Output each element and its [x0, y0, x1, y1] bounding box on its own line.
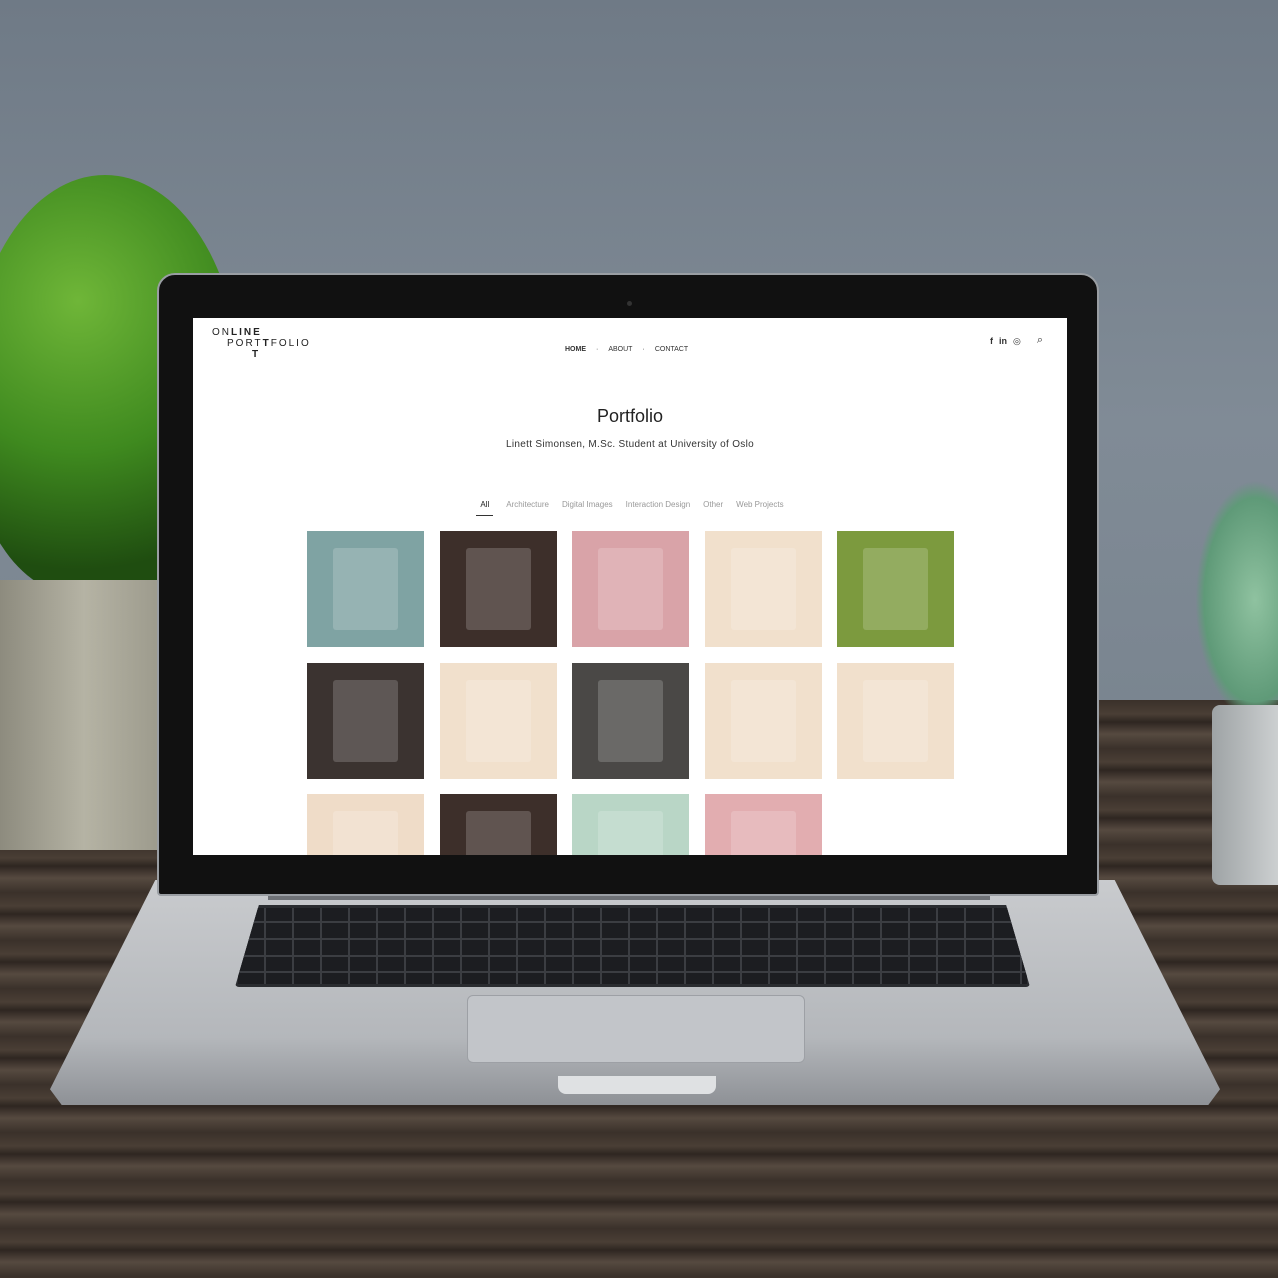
page-subtitle: Linett Simonsen, M.Sc. Student at Univer…: [506, 439, 754, 450]
filter-digital-images[interactable]: Digital Images: [562, 500, 613, 516]
portfolio-thumbnail-aerial-triangles[interactable]: [837, 531, 954, 647]
lid-notch: [558, 1076, 716, 1094]
portfolio-thumbnail-aurora[interactable]: [572, 794, 689, 855]
portfolio-thumbnail-architecture-model[interactable]: [307, 531, 424, 647]
search-icon[interactable]: ⌕: [1037, 334, 1043, 347]
plant-pot: [0, 580, 168, 850]
laptop-screen: ONLINE PORTTFOLIO T HOME · ABOUT · CONTA…: [193, 318, 1067, 855]
filter-all[interactable]: All: [476, 500, 494, 516]
nav-about[interactable]: ABOUT: [608, 346, 632, 353]
instagram-icon[interactable]: ◎: [1013, 336, 1021, 347]
main-nav: HOME · ABOUT · CONTACT: [565, 346, 688, 353]
nav-contact[interactable]: CONTACT: [655, 346, 688, 353]
portfolio-filters: All Architecture Digital Images Interact…: [193, 500, 1067, 516]
social-icons: f in ◎ ⌕: [990, 334, 1043, 347]
facebook-icon[interactable]: f: [990, 336, 993, 347]
succulent-plant: [1195, 480, 1278, 720]
portfolio-thumbnail-maze[interactable]: [307, 794, 424, 855]
filter-interaction-design[interactable]: Interaction Design: [626, 500, 690, 516]
filter-other[interactable]: Other: [703, 500, 723, 516]
nav-separator: ·: [642, 346, 645, 353]
filter-architecture[interactable]: Architecture: [506, 500, 549, 516]
site-logo[interactable]: ONLINE PORTTFOLIO T: [212, 327, 311, 360]
portfolio-thumbnail-pink-pattern[interactable]: [572, 531, 689, 647]
keyboard: [235, 905, 1030, 987]
portfolio-thumbnail-poster-game[interactable]: [705, 531, 822, 647]
page-title: Portfolio: [596, 406, 664, 426]
filter-web-projects[interactable]: Web Projects: [736, 500, 783, 516]
portfolio-thumbnail-charger-sketch[interactable]: [705, 663, 822, 779]
portfolio-thumbnail-phone-app[interactable]: [440, 794, 557, 855]
linkedin-icon[interactable]: in: [999, 336, 1007, 347]
portfolio-thumbnail-phone-chat-app[interactable]: [440, 531, 557, 647]
portfolio-thumbnail-laptop-website[interactable]: [572, 663, 689, 779]
portfolio-thumbnail-pink-crystal[interactable]: [705, 794, 822, 855]
portfolio-thumbnail-photo-collage[interactable]: [440, 663, 557, 779]
portfolio-thumbnail-phone-messages[interactable]: [307, 663, 424, 779]
succulent-pot: [1212, 705, 1278, 885]
camera-icon: [627, 301, 632, 306]
trackpad: [467, 995, 805, 1063]
nav-home[interactable]: HOME: [565, 346, 586, 353]
nav-separator: ·: [596, 346, 599, 353]
portfolio-thumbnail-lightbulb-poster[interactable]: [837, 663, 954, 779]
